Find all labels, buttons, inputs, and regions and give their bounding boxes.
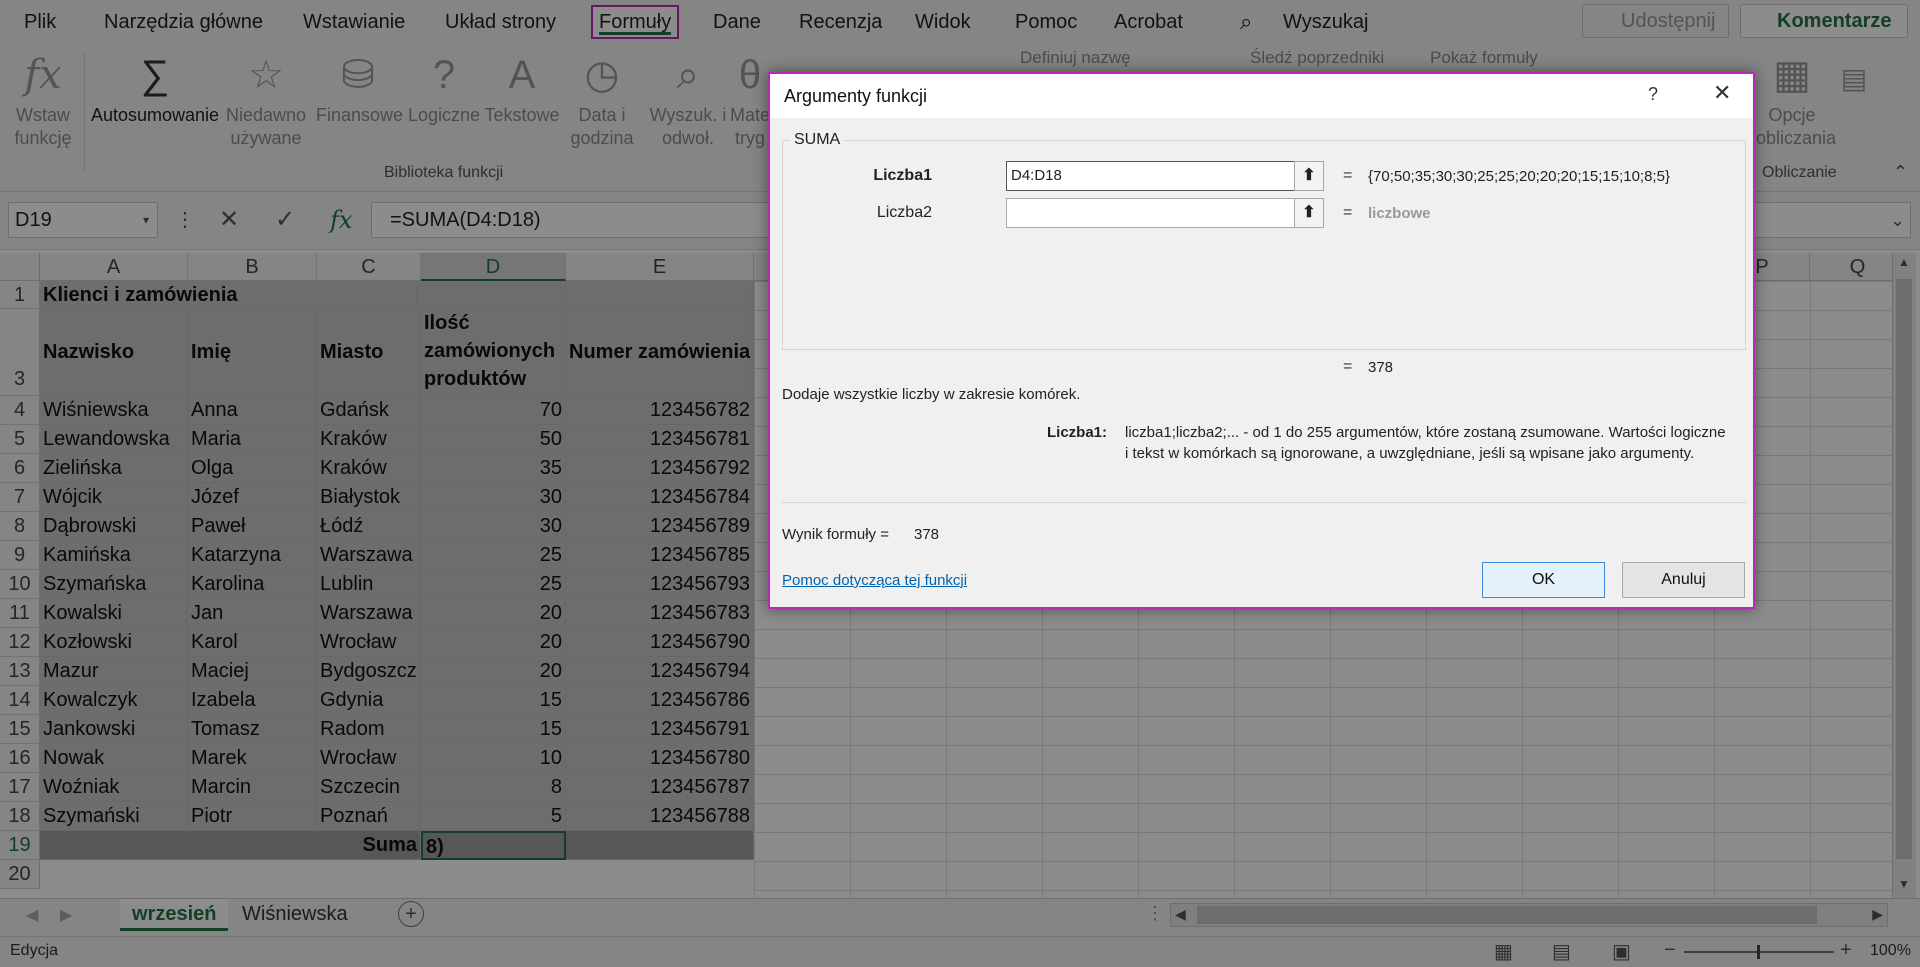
arg2-input[interactable] xyxy=(1006,198,1296,228)
function-name: SUMA xyxy=(790,131,845,149)
result-value: 378 xyxy=(1368,359,1394,376)
help-icon[interactable]: ? xyxy=(1648,84,1658,105)
formula-result-value: 378 xyxy=(914,526,940,543)
dialog-title: Argumenty funkcji xyxy=(784,86,928,106)
help-link[interactable]: Pomoc dotycząca tej funkcji xyxy=(782,572,967,589)
arg2-equals: = xyxy=(1343,204,1353,221)
divider xyxy=(782,502,1746,503)
collapse-dialog-icon[interactable]: ⬆ xyxy=(1294,198,1324,228)
collapse-dialog-icon[interactable]: ⬆ xyxy=(1294,161,1324,191)
ok-button[interactable]: OK xyxy=(1482,562,1605,598)
arg1-equals: = xyxy=(1343,167,1353,184)
arg-description-label: Liczba1: xyxy=(1047,424,1108,441)
arg1-input[interactable]: D4:D18 xyxy=(1006,161,1296,191)
arg-description-line1: liczba1;liczba2;... - od 1 do 255 argume… xyxy=(1125,424,1726,441)
arg2-result: liczbowe xyxy=(1368,205,1431,222)
arg-description-line2: i tekst w komórkach są ignorowane, a uwz… xyxy=(1125,445,1695,462)
function-description: Dodaje wszystkie liczby w zakresie komór… xyxy=(782,386,1081,403)
result-equals: = xyxy=(1343,358,1353,375)
formula-result-label: Wynik formuły = xyxy=(782,526,889,543)
arg1-result: {70;50;35;30;30;25;25;20;20;20;15;15;10;… xyxy=(1368,168,1670,185)
function-arguments-dialog: Argumenty funkcji ? ✕ SUMA Liczba1 D4:D1… xyxy=(768,72,1755,609)
arg1-label: Liczba1 xyxy=(873,167,932,184)
close-icon[interactable]: ✕ xyxy=(1713,80,1731,106)
cancel-button[interactable]: Anuluj xyxy=(1622,562,1745,598)
dialog-titlebar: Argumenty funkcji ? ✕ xyxy=(770,74,1753,118)
arg2-label: Liczba2 xyxy=(876,204,932,221)
